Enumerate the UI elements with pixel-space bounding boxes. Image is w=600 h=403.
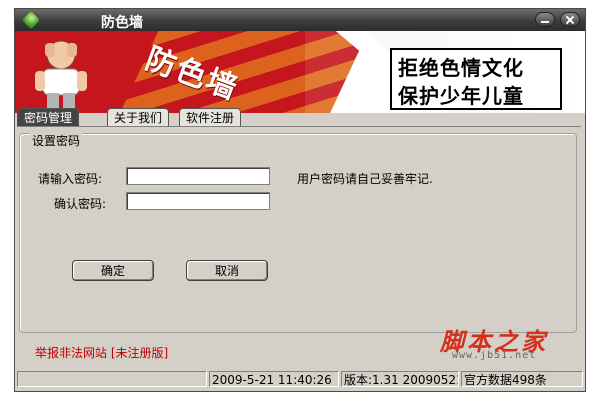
tab-software-registration[interactable]: 软件注册 (179, 108, 242, 127)
tab-about-us[interactable]: 关于我们 (107, 108, 170, 127)
slogan-box: 拒绝色情文化 保护少年儿童 (390, 48, 562, 110)
group-legend: 设置密码 (30, 132, 83, 149)
header-banner: 防色墙 拒绝色情文化 保护少年儿童 (15, 31, 585, 113)
cancel-button[interactable]: 取消 (186, 260, 268, 281)
report-illegal-site-link[interactable]: 举报非法网站 [未注册版] (35, 344, 168, 361)
title-bar[interactable]: 防色墙 (15, 9, 585, 31)
password-panel: 设置密码 请输入密码: 确认密码: 用户密码请自己妥善牢记. 确定 取消 (17, 126, 581, 335)
status-data-count: 官方数据498条 (461, 371, 583, 387)
app-logo-icon (21, 10, 41, 30)
slogan-line-2: 保护少年儿童 (398, 84, 524, 108)
ok-button[interactable]: 确定 (72, 260, 154, 281)
slogan-line-1: 拒绝色情文化 (398, 56, 524, 80)
watermark-url: www.jb51.net (452, 350, 537, 361)
confirm-password-input[interactable] (126, 192, 270, 210)
minimize-button[interactable] (535, 12, 555, 27)
tab-password-management[interactable]: 密码管理 (17, 108, 80, 127)
status-version: 版本:1.31 20090521 (341, 371, 459, 387)
status-datetime: 2009-5-21 11:40:26 (209, 371, 339, 387)
password-hint: 用户密码请自己妥善牢记. (297, 172, 433, 186)
set-password-group: 设置密码 请输入密码: 确认密码: 用户密码请自己妥善牢记. 确定 取消 (19, 132, 577, 333)
status-bar: 2009-5-21 11:40:26 版本:1.31 20090521 官方数据… (17, 369, 583, 389)
confirm-password-label: 确认密码: (54, 197, 107, 211)
close-button[interactable] (560, 12, 580, 27)
window-title: 防色墙 (101, 15, 143, 31)
enter-password-label: 请输入密码: (38, 172, 103, 186)
status-blank (17, 371, 207, 387)
enter-password-input[interactable] (126, 167, 270, 185)
child-figure-icon (35, 40, 87, 109)
